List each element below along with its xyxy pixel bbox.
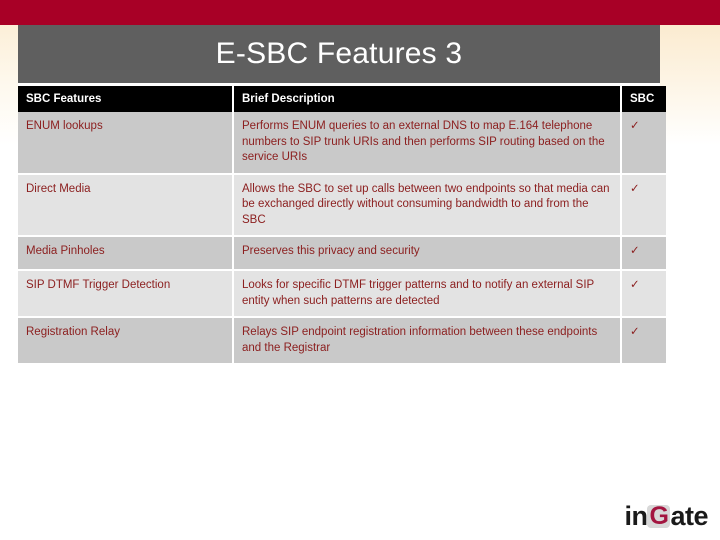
feature-description-cell: Allows the SBC to set up calls between t…	[234, 174, 622, 238]
column-header-feature: SBC Features	[18, 86, 234, 112]
sbc-check-icon: ✓	[622, 237, 666, 272]
title-bar: E-SBC Features 3	[18, 25, 660, 83]
table-row: Registration Relay Relays SIP endpoint r…	[18, 318, 666, 366]
logo-text-suffix: ate	[670, 500, 708, 531]
feature-name-cell: Direct Media	[18, 174, 234, 238]
page-title: E-SBC Features 3	[215, 37, 463, 70]
feature-name-cell: ENUM lookups	[18, 112, 234, 175]
feature-description-cell: Performs ENUM queries to an external DNS…	[234, 112, 622, 175]
table-row: SIP DTMF Trigger Detection Looks for spe…	[18, 271, 666, 319]
feature-description-cell: Looks for specific DTMF trigger patterns…	[234, 271, 622, 319]
logo-g-mark-icon: G	[647, 503, 671, 528]
feature-name-cell: Media Pinholes	[18, 237, 234, 272]
feature-description-cell: Preserves this privacy and security	[234, 237, 622, 272]
ingate-logo: in Gate	[608, 500, 708, 532]
feature-name-cell: SIP DTMF Trigger Detection	[18, 271, 234, 319]
column-header-sbc: SBC	[622, 86, 666, 112]
table-header-row: SBC Features Brief Description SBC	[18, 86, 666, 112]
cream-gradient-right	[660, 25, 720, 145]
table-row: Direct Media Allows the SBC to set up ca…	[18, 174, 666, 238]
slide-canvas: E-SBC Features 3 SBC Features Brief Desc…	[0, 0, 720, 540]
table-row: Media Pinholes Preserves this privacy an…	[18, 237, 666, 272]
logo-wordmark: in Gate	[624, 500, 708, 531]
cream-gradient-left	[0, 25, 18, 145]
column-header-description: Brief Description	[234, 86, 622, 112]
sbc-check-icon: ✓	[622, 271, 666, 319]
feature-name-cell: Registration Relay	[18, 318, 234, 366]
sbc-check-icon: ✓	[622, 112, 666, 175]
sbc-check-icon: ✓	[622, 318, 666, 366]
table-row: ENUM lookups Performs ENUM queries to an…	[18, 112, 666, 175]
sbc-check-icon: ✓	[622, 174, 666, 238]
feature-description-cell: Relays SIP endpoint registration informa…	[234, 318, 622, 366]
features-table: SBC Features Brief Description SBC ENUM …	[18, 86, 666, 366]
logo-text-prefix: in	[624, 500, 648, 531]
top-red-banner	[0, 0, 720, 25]
